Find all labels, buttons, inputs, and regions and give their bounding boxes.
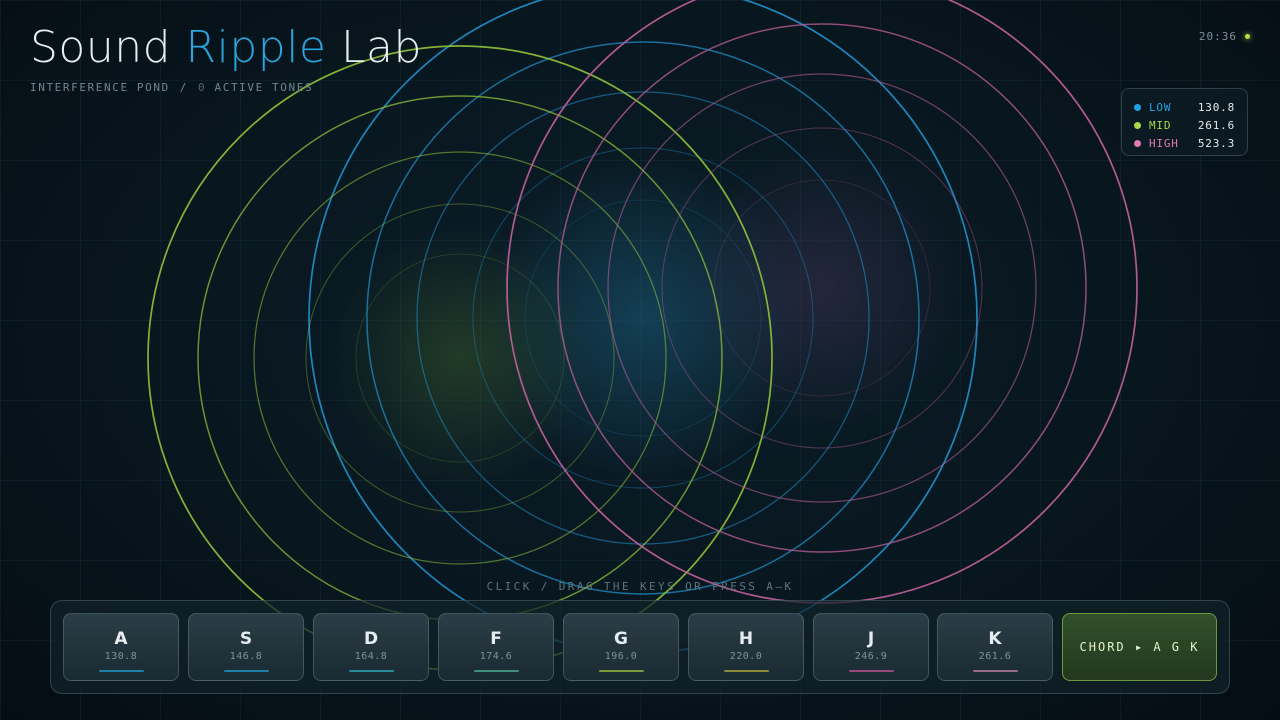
ripple-glow: [682, 148, 962, 428]
active-tone-count: 0: [198, 81, 207, 94]
clock: 20:36: [1199, 30, 1250, 43]
subtitle: INTERFERENCE POND / 0 ACTIVE TONES: [30, 81, 313, 94]
subtitle-separator: /: [179, 81, 189, 94]
key-k[interactable]: K 261.6: [937, 613, 1053, 681]
key-level-bar: [973, 670, 1018, 672]
ripple-glows: [330, 148, 962, 488]
key-letter: H: [738, 629, 754, 649]
key-letter: K: [988, 629, 1002, 649]
key-j[interactable]: J 246.9: [813, 613, 929, 681]
legend-value: 261.6: [1197, 118, 1235, 132]
key-level-bar: [99, 670, 144, 672]
key-level-bar: [224, 670, 269, 672]
key-letter: J: [867, 629, 875, 649]
status-dot-icon: [1245, 34, 1250, 39]
title-part-lab: Lab: [326, 22, 422, 73]
legend-value: 523.3: [1197, 136, 1235, 150]
key-frequency: 164.8: [354, 651, 388, 662]
key-h[interactable]: H 220.0: [688, 613, 804, 681]
key-letter: G: [614, 629, 628, 649]
legend-dot-icon: [1134, 103, 1141, 111]
key-frequency: 261.6: [978, 651, 1012, 662]
key-f[interactable]: F 174.6: [438, 613, 554, 681]
page-title: Sound Ripple Lab: [30, 22, 422, 73]
keyboard-hint: CLICK / DRAG THE KEYS OR PRESS A–K: [486, 580, 794, 593]
key-level-bar: [849, 670, 894, 672]
title-part-ripple: Ripple: [185, 22, 327, 73]
legend-dot-icon: [1134, 121, 1141, 129]
key-level-bar: [599, 670, 644, 672]
key-frequency: 246.9: [854, 651, 888, 662]
key-frequency: 130.8: [104, 651, 138, 662]
legend-row-mid: MID 261.6: [1134, 116, 1235, 134]
key-level-bar: [474, 670, 519, 672]
chord-button[interactable]: CHORD ▸ A G K: [1062, 613, 1217, 681]
legend-label: LOW: [1149, 100, 1172, 114]
legend-label: MID: [1149, 118, 1172, 132]
key-frequency: 196.0: [604, 651, 638, 662]
key-letter: F: [490, 629, 502, 649]
frequency-legend: LOW 130.8 MID 261.6 HIGH 523.3: [1121, 88, 1248, 156]
key-s[interactable]: S 146.8: [188, 613, 304, 681]
key-level-bar: [349, 670, 394, 672]
legend-row-low: LOW 130.8: [1134, 98, 1235, 116]
key-frequency: 146.8: [229, 651, 263, 662]
key-d[interactable]: D 164.8: [313, 613, 429, 681]
legend-value: 130.8: [1197, 100, 1235, 114]
legend-label: HIGH: [1149, 136, 1179, 150]
key-frequency: 220.0: [729, 651, 763, 662]
key-letter: D: [363, 629, 379, 649]
key-frequency: 174.6: [479, 651, 513, 662]
clock-time: 20:36: [1198, 30, 1237, 43]
key-level-bar: [724, 670, 769, 672]
key-a[interactable]: A 130.8: [63, 613, 179, 681]
legend-row-high: HIGH 523.3: [1134, 134, 1235, 152]
tone-keyboard: A 130.8 S 146.8 D 164.8 F 174.6 G 196.0 …: [50, 600, 1230, 694]
key-letter: A: [114, 629, 128, 649]
key-g[interactable]: G 196.0: [563, 613, 679, 681]
legend-dot-icon: [1134, 139, 1141, 147]
subtitle-mode: INTERFERENCE POND: [30, 81, 170, 94]
key-letter: S: [239, 629, 253, 649]
title-part-sound: Sound: [30, 22, 186, 73]
active-tones-label: ACTIVE TONES: [214, 81, 314, 94]
pond-stage[interactable]: Sound Ripple Lab INTERFERENCE POND / 0 ACT…: [0, 0, 1280, 720]
